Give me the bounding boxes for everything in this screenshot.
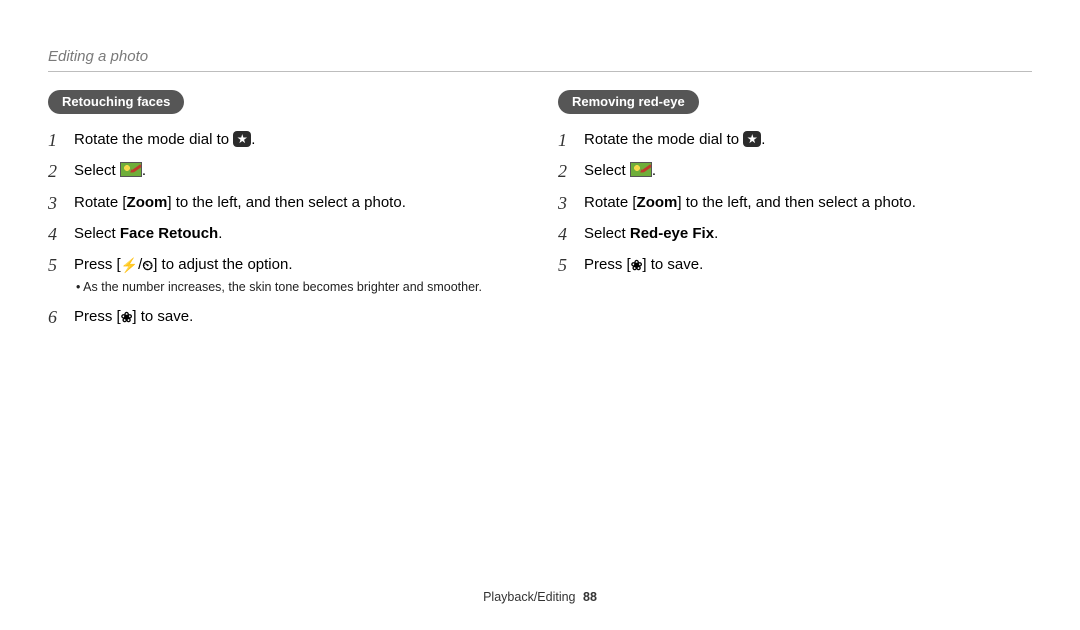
text: ] to adjust the option.	[153, 256, 292, 273]
step-text: Press [⚡/⏲] to adjust the option. As the…	[74, 253, 522, 298]
text: ] to save.	[132, 308, 193, 325]
step: 2 Select .	[48, 159, 522, 183]
text: Select	[584, 162, 630, 179]
macro-icon: ❀	[121, 310, 133, 324]
step-text: Rotate [Zoom] to the left, and then sele…	[74, 191, 522, 214]
step-text: Rotate the mode dial to .	[74, 128, 522, 151]
step-number: 5	[558, 253, 572, 277]
header-divider	[48, 71, 1032, 72]
edit-photo-icon	[630, 162, 652, 177]
text: Press [	[584, 256, 631, 273]
step: 6 Press [❀] to save.	[48, 305, 522, 329]
step-number: 1	[48, 128, 62, 152]
step-text: Select .	[74, 159, 522, 182]
step-number: 5	[48, 253, 62, 277]
text: ] to the left, and then select a photo.	[167, 194, 406, 211]
column-retouching-faces: Retouching faces 1 Rotate the mode dial …	[48, 90, 522, 336]
step-note: As the number increases, the skin tone b…	[76, 278, 522, 297]
edit-photo-icon	[120, 162, 142, 177]
step-number: 4	[558, 222, 572, 246]
steps-removing-red-eye: 1 Rotate the mode dial to . 2 Select . 3…	[558, 128, 1032, 277]
text: Press [	[74, 308, 121, 325]
step: 3 Rotate [Zoom] to the left, and then se…	[48, 191, 522, 215]
text: ] to save.	[642, 256, 703, 273]
macro-icon: ❀	[631, 258, 643, 272]
text: .	[652, 162, 656, 179]
step: 4 Select Face Retouch.	[48, 222, 522, 246]
step-text: Rotate [Zoom] to the left, and then sele…	[584, 191, 1032, 214]
text: Rotate the mode dial to	[584, 131, 743, 148]
text: .	[761, 131, 765, 148]
step-number: 2	[558, 159, 572, 183]
text: .	[142, 162, 146, 179]
step: 3 Rotate [Zoom] to the left, and then se…	[558, 191, 1032, 215]
mode-dial-icon	[743, 131, 761, 147]
step-number: 2	[48, 159, 62, 183]
page-section-title: Editing a photo	[48, 48, 1032, 65]
timer-icon: ⏲	[142, 258, 153, 272]
text: Rotate [	[584, 194, 637, 211]
text-bold: Red-eye Fix	[630, 225, 714, 242]
step-number: 4	[48, 222, 62, 246]
mode-dial-icon	[233, 131, 251, 147]
text: .	[251, 131, 255, 148]
text: Rotate the mode dial to	[74, 131, 233, 148]
footer-page-number: 88	[583, 590, 597, 604]
step: 5 Press [⚡/⏲] to adjust the option. As t…	[48, 253, 522, 298]
step: 5 Press [❀] to save.	[558, 253, 1032, 277]
text: Press [	[74, 256, 121, 273]
content-columns: Retouching faces 1 Rotate the mode dial …	[48, 90, 1032, 336]
text-bold: Zoom	[127, 194, 168, 211]
text: Select	[74, 162, 120, 179]
step: 2 Select .	[558, 159, 1032, 183]
step-text: Press [❀] to save.	[74, 305, 522, 328]
heading-retouching-faces: Retouching faces	[48, 90, 184, 114]
text: Select	[584, 225, 630, 242]
step: 1 Rotate the mode dial to .	[48, 128, 522, 152]
step-number: 3	[558, 191, 572, 215]
text: .	[714, 225, 718, 242]
text-bold: Face Retouch	[120, 225, 218, 242]
step-text: Press [❀] to save.	[584, 253, 1032, 276]
step-number: 6	[48, 305, 62, 329]
text: Select	[74, 225, 120, 242]
flash-icon: ⚡	[121, 258, 138, 272]
text-bold: Zoom	[637, 194, 678, 211]
step-number: 1	[558, 128, 572, 152]
steps-retouching-faces: 1 Rotate the mode dial to . 2 Select . 3…	[48, 128, 522, 329]
text: Rotate [	[74, 194, 127, 211]
text: ] to the left, and then select a photo.	[677, 194, 916, 211]
step-text: Select Red-eye Fix.	[584, 222, 1032, 245]
footer-section: Playback/Editing	[483, 590, 575, 604]
page-footer: Playback/Editing 88	[0, 590, 1080, 604]
heading-removing-red-eye: Removing red-eye	[558, 90, 699, 114]
step: 1 Rotate the mode dial to .	[558, 128, 1032, 152]
column-removing-red-eye: Removing red-eye 1 Rotate the mode dial …	[558, 90, 1032, 336]
step: 4 Select Red-eye Fix.	[558, 222, 1032, 246]
text: .	[218, 225, 222, 242]
step-number: 3	[48, 191, 62, 215]
step-text: Select .	[584, 159, 1032, 182]
step-text: Rotate the mode dial to .	[584, 128, 1032, 151]
step-text: Select Face Retouch.	[74, 222, 522, 245]
